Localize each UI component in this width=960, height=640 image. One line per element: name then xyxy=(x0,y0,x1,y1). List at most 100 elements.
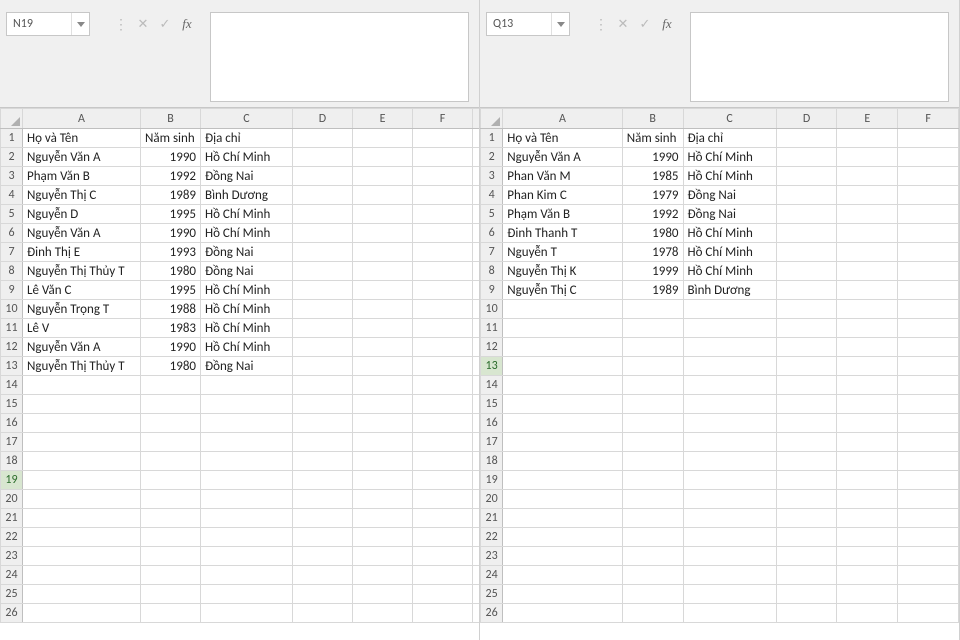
grid[interactable]: ABCDEF1Họ và TênNăm sinhĐịa chỉ2Nguyễn V… xyxy=(480,108,959,640)
cell[interactable] xyxy=(683,300,776,319)
cell[interactable] xyxy=(776,604,837,623)
row-header[interactable]: 26 xyxy=(1,604,23,623)
cell[interactable] xyxy=(622,338,683,357)
cell[interactable] xyxy=(23,604,141,623)
cell[interactable] xyxy=(683,338,776,357)
cell[interactable] xyxy=(353,129,413,148)
cell[interactable] xyxy=(201,547,293,566)
cell[interactable] xyxy=(413,148,473,167)
cell[interactable] xyxy=(293,585,353,604)
cell[interactable] xyxy=(293,186,353,205)
cell[interactable] xyxy=(141,395,201,414)
cell[interactable] xyxy=(293,490,353,509)
cell[interactable] xyxy=(413,319,473,338)
row-header[interactable]: 7 xyxy=(1,243,23,262)
cell[interactable] xyxy=(141,452,201,471)
cell[interactable] xyxy=(503,300,623,319)
cell[interactable] xyxy=(837,604,898,623)
cell[interactable] xyxy=(898,186,959,205)
cell[interactable] xyxy=(622,433,683,452)
cell[interactable] xyxy=(293,566,353,585)
row-header[interactable]: 15 xyxy=(1,395,23,414)
cell[interactable]: 1990 xyxy=(141,224,201,243)
enter-icon[interactable]: ✓ xyxy=(637,16,653,32)
cell[interactable] xyxy=(776,357,837,376)
cell[interactable] xyxy=(622,414,683,433)
cell[interactable] xyxy=(353,547,413,566)
cell[interactable]: Hồ Chí Minh xyxy=(201,338,293,357)
cell[interactable] xyxy=(776,186,837,205)
column-header-G[interactable]: G xyxy=(473,109,480,129)
cell[interactable]: Hồ Chí Minh xyxy=(683,243,776,262)
cell[interactable] xyxy=(473,338,480,357)
cell[interactable] xyxy=(776,414,837,433)
column-header-D[interactable]: D xyxy=(776,109,837,129)
cell[interactable] xyxy=(683,509,776,528)
cell[interactable] xyxy=(503,566,623,585)
cell[interactable] xyxy=(898,433,959,452)
cell[interactable] xyxy=(837,528,898,547)
cell[interactable] xyxy=(293,319,353,338)
cell[interactable] xyxy=(201,433,293,452)
row-header[interactable]: 12 xyxy=(1,338,23,357)
name-box-dropdown[interactable] xyxy=(551,13,569,35)
cell[interactable] xyxy=(413,243,473,262)
cell[interactable] xyxy=(776,129,837,148)
cell[interactable] xyxy=(776,471,837,490)
cell[interactable]: Họ và Tên xyxy=(503,129,623,148)
row-header[interactable]: 5 xyxy=(481,205,503,224)
cell[interactable] xyxy=(837,547,898,566)
row-header[interactable]: 24 xyxy=(1,566,23,585)
cell[interactable]: 1983 xyxy=(141,319,201,338)
cell[interactable]: 1990 xyxy=(141,338,201,357)
cell[interactable] xyxy=(898,509,959,528)
cell[interactable] xyxy=(413,566,473,585)
cell[interactable] xyxy=(622,471,683,490)
cell[interactable] xyxy=(622,376,683,395)
cell[interactable] xyxy=(201,585,293,604)
fx-icon[interactable]: fx xyxy=(659,16,675,32)
cell[interactable] xyxy=(898,243,959,262)
cell[interactable] xyxy=(413,414,473,433)
cell[interactable] xyxy=(293,433,353,452)
cell[interactable]: Họ và Tên xyxy=(23,129,141,148)
cell[interactable] xyxy=(837,433,898,452)
cell[interactable] xyxy=(353,528,413,547)
row-header[interactable]: 16 xyxy=(1,414,23,433)
cell[interactable] xyxy=(353,490,413,509)
cell[interactable] xyxy=(353,452,413,471)
cell[interactable] xyxy=(23,566,141,585)
cell[interactable] xyxy=(413,490,473,509)
cell[interactable] xyxy=(293,205,353,224)
cell[interactable] xyxy=(622,395,683,414)
cell[interactable] xyxy=(473,357,480,376)
row-header[interactable]: 7 xyxy=(481,243,503,262)
cell[interactable] xyxy=(683,376,776,395)
cell[interactable] xyxy=(776,490,837,509)
cell[interactable]: 1995 xyxy=(141,281,201,300)
grid[interactable]: ABCDEFG1Họ và TênNăm sinhĐịa chỉ2Nguyễn … xyxy=(0,108,479,640)
cell[interactable] xyxy=(473,433,480,452)
row-header[interactable]: 25 xyxy=(1,585,23,604)
cell[interactable] xyxy=(776,167,837,186)
row-header[interactable]: 11 xyxy=(1,319,23,338)
cell[interactable] xyxy=(23,509,141,528)
cell[interactable] xyxy=(837,376,898,395)
cell[interactable]: Đồng Nai xyxy=(683,186,776,205)
cell[interactable] xyxy=(293,129,353,148)
cell[interactable] xyxy=(622,547,683,566)
row-header[interactable]: 23 xyxy=(1,547,23,566)
cell[interactable] xyxy=(898,414,959,433)
cell[interactable]: Hồ Chí Minh xyxy=(683,262,776,281)
cell[interactable] xyxy=(837,186,898,205)
row-header[interactable]: 21 xyxy=(1,509,23,528)
cell[interactable] xyxy=(898,281,959,300)
cell[interactable] xyxy=(23,452,141,471)
cell[interactable] xyxy=(201,604,293,623)
cell[interactable]: Nguyễn Văn A xyxy=(23,148,141,167)
cell[interactable] xyxy=(837,414,898,433)
cell[interactable] xyxy=(776,281,837,300)
cell[interactable]: 1980 xyxy=(141,357,201,376)
cell[interactable] xyxy=(683,604,776,623)
cell[interactable] xyxy=(353,604,413,623)
